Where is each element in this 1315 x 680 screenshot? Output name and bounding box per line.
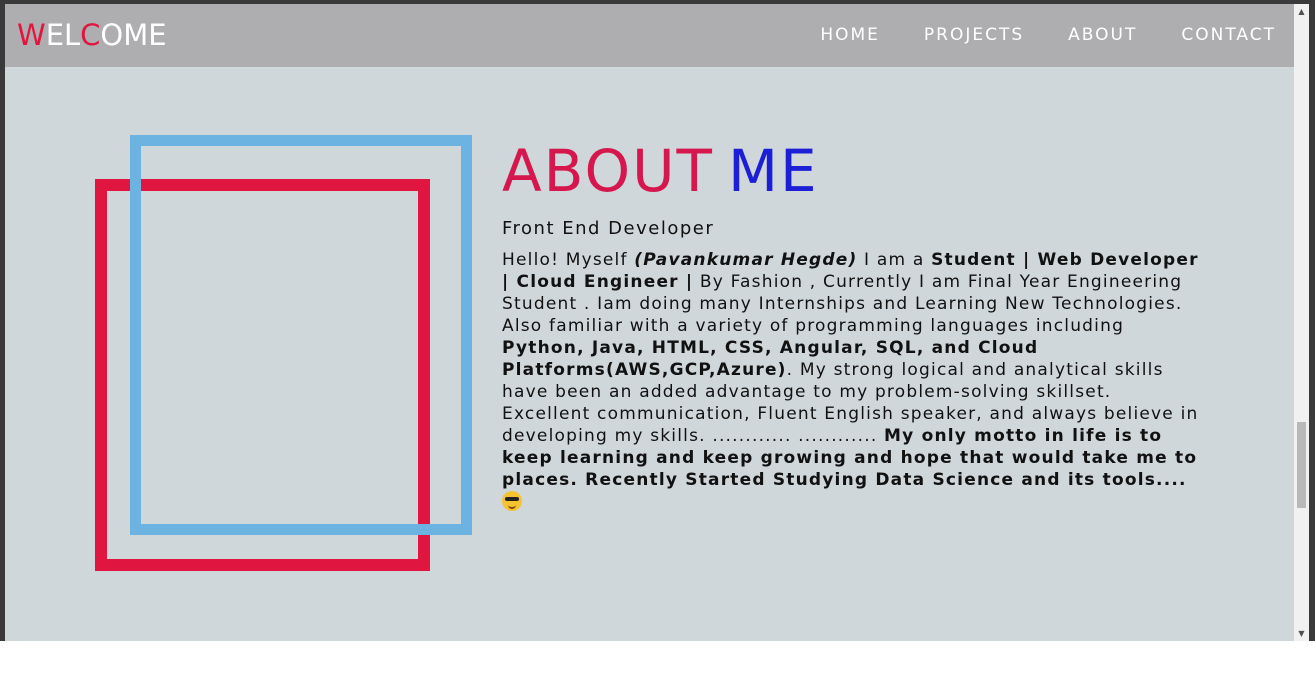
nav-links: HOME PROJECTS ABOUT CONTACT [820, 25, 1276, 45]
vertical-scrollbar[interactable]: ▲ ▼ [1294, 4, 1309, 641]
about-subtitle: Front End Developer [502, 218, 715, 239]
about-title-word-me: ME [727, 137, 819, 205]
nav-link-about[interactable]: ABOUT [1068, 25, 1137, 45]
window-edge [1309, 0, 1315, 641]
nav-link-projects[interactable]: PROJECTS [924, 25, 1024, 45]
scroll-down-arrow-icon[interactable]: ▼ [1294, 626, 1309, 641]
nav-link-home[interactable]: HOME [820, 25, 880, 45]
brand-letters-el: EL [45, 18, 81, 52]
brand-letters-ome: OME [100, 18, 167, 52]
scroll-thumb[interactable] [1297, 422, 1306, 508]
about-description: Hello! Myself (Pavankumar Hegde) I am a … [502, 249, 1202, 513]
decorative-frame-blue [130, 135, 472, 535]
about-title: ABOUT ME [502, 138, 1202, 204]
scroll-up-arrow-icon[interactable]: ▲ [1294, 4, 1309, 19]
about-section: ABOUT ME Front End Developer Hello! Mysel… [502, 138, 1202, 513]
nav-link-contact[interactable]: CONTACT [1181, 25, 1276, 45]
brand-letter-w: W [17, 18, 46, 52]
brand-logo[interactable]: WELCOME [17, 18, 167, 52]
about-text-name: (Pavankumar Hegde) [634, 250, 858, 270]
about-text-segment: Hello! Myself [502, 250, 635, 270]
brand-letter-c: C [80, 18, 101, 52]
sunglasses-emoji-icon [502, 491, 522, 511]
about-text-segment: I am a [857, 250, 932, 270]
about-title-word-about: ABOUT [502, 137, 714, 205]
navbar: WELCOME HOME PROJECTS ABOUT CONTACT [5, 4, 1294, 67]
